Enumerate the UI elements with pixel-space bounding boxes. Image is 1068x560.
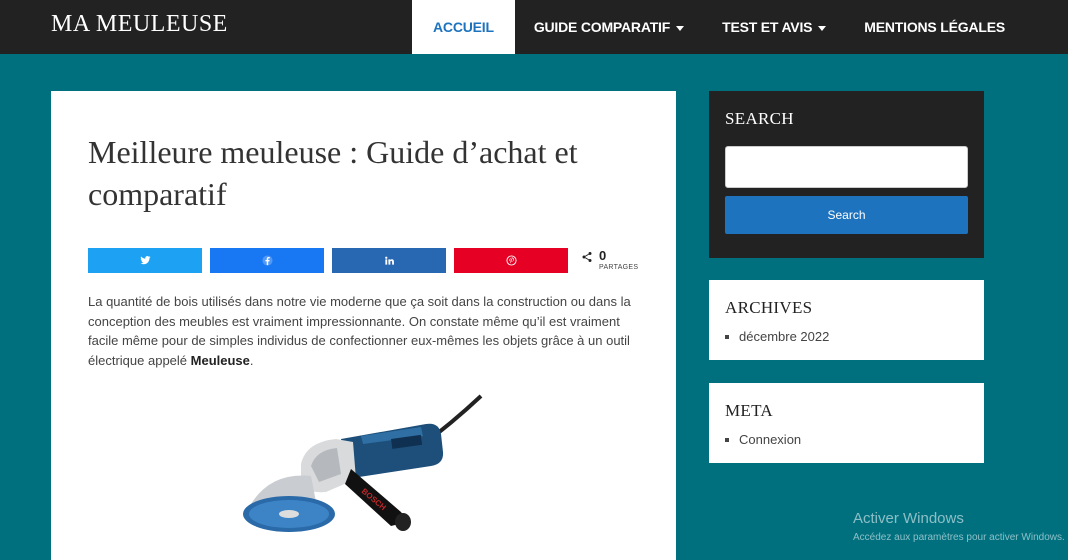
search-button[interactable]: Search xyxy=(725,196,968,234)
intro-bold-keyword: Meuleuse xyxy=(190,352,250,368)
linkedin-icon xyxy=(384,256,394,265)
watermark-subtitle: Accédez aux paramètres pour activer Wind… xyxy=(853,532,1065,543)
share-count-label: PARTAGES xyxy=(599,264,639,271)
archives-widget: ARCHIVES décembre 2022 xyxy=(709,280,984,360)
nav-item-label: ACCUEIL xyxy=(433,19,494,35)
meta-link-connexion[interactable]: Connexion xyxy=(725,432,801,447)
share-twitter-button[interactable] xyxy=(88,248,202,273)
chevron-down-icon xyxy=(676,25,685,31)
post-title: Meilleure meuleuse : Guide d’achat et co… xyxy=(88,134,578,212)
archives-widget-title: ARCHIVES xyxy=(725,298,813,317)
nav-item-label: TEST ET AVIS xyxy=(722,19,813,35)
nav-item-test-et-avis[interactable]: TEST ET AVIS xyxy=(703,0,845,54)
pinterest-icon xyxy=(505,255,517,266)
nav-item-mentions-legales[interactable]: MENTIONS LÉGALES xyxy=(845,0,1024,54)
share-counter: 0 PARTAGES xyxy=(581,248,638,271)
facebook-icon xyxy=(261,255,273,266)
nav-item-guide-comparatif[interactable]: GUIDE COMPARATIF xyxy=(515,0,703,54)
meta-widget: META Connexion xyxy=(709,383,984,463)
share-pinterest-button[interactable] xyxy=(454,248,568,273)
share-linkedin-button[interactable] xyxy=(332,248,446,273)
share-bar: 0 PARTAGES xyxy=(88,248,648,274)
search-widget: SEARCH Search xyxy=(709,91,984,258)
intro-text-end: . xyxy=(249,352,254,368)
meta-widget-title: META xyxy=(725,401,773,420)
search-input[interactable] xyxy=(725,146,968,188)
windows-activation-watermark: Activer Windows Accédez aux paramètres p… xyxy=(853,510,1065,543)
archives-list: décembre 2022 xyxy=(725,329,829,344)
intro-text: La quantité de bois utilisés dans notre … xyxy=(88,294,631,368)
main-nav: ACCUEIL GUIDE COMPARATIF TEST ET AVIS ME… xyxy=(412,0,1024,54)
nav-item-label: MENTIONS LÉGALES xyxy=(864,19,1005,35)
nav-item-label: GUIDE COMPARATIF xyxy=(533,19,671,35)
intro-paragraph: La quantité de bois utilisés dans notre … xyxy=(88,292,643,370)
watermark-title: Activer Windows xyxy=(853,510,964,527)
site-logo[interactable]: MA MEULEUSE xyxy=(51,11,228,38)
site-header: MA MEULEUSE ACCUEIL GUIDE COMPARATIF TES… xyxy=(0,0,1068,54)
twitter-icon xyxy=(139,256,151,265)
meta-list: Connexion xyxy=(725,432,801,447)
archive-link-decembre-2022[interactable]: décembre 2022 xyxy=(725,329,829,344)
chevron-down-icon xyxy=(818,25,827,31)
angle-grinder-image: BOSCH xyxy=(243,394,483,532)
search-widget-title: SEARCH xyxy=(725,109,794,128)
article-card: Meilleure meuleuse : Guide d’achat et co… xyxy=(51,91,676,560)
share-icon xyxy=(582,252,592,262)
nav-item-accueil[interactable]: ACCUEIL xyxy=(412,0,515,54)
share-facebook-button[interactable] xyxy=(210,248,324,273)
share-count-value: 0 xyxy=(599,248,607,263)
